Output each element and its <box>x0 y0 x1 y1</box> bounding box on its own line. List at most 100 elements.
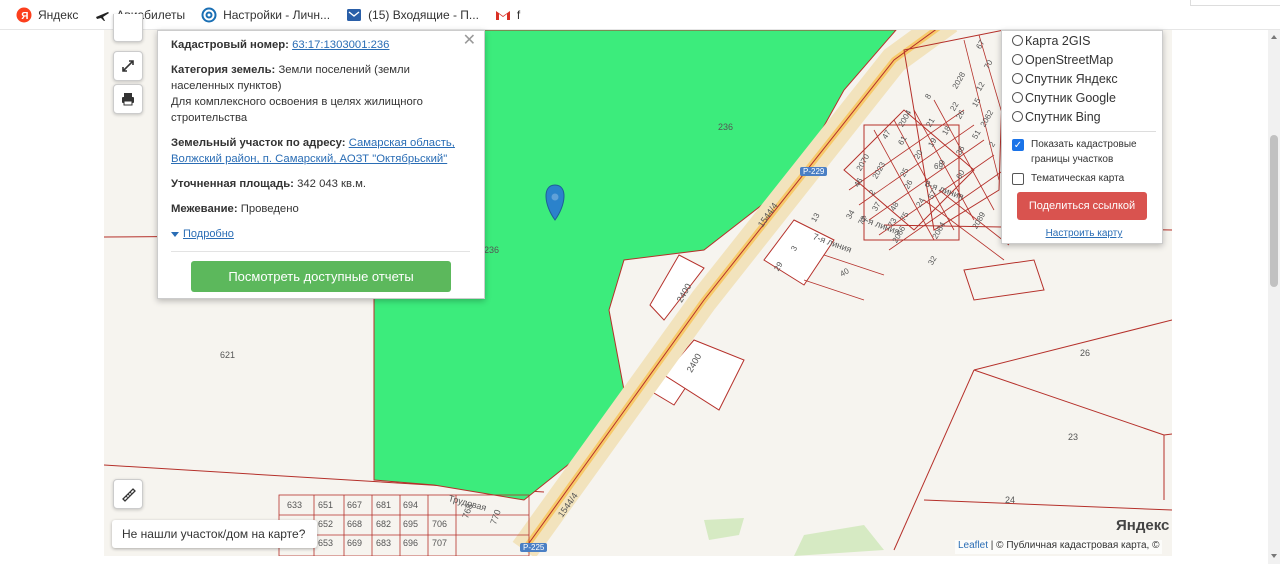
bookmark-label: Яндекс <box>38 7 79 22</box>
layer-label: Спутник Bing <box>1025 109 1101 124</box>
grid-number: 696 <box>403 538 419 548</box>
grid-number: 633 <box>287 500 303 510</box>
configure-map-link[interactable]: Настроить карту <box>1012 228 1156 239</box>
address-row: Земельный участок по адресу: Самарская о… <box>171 135 470 167</box>
svg-text:Я: Я <box>21 11 28 22</box>
survey-row: Межевание: Проведено <box>171 201 470 217</box>
bookmarks-bar: Я Яндекс Авиабилеты Настройки - Личн... … <box>0 0 1280 30</box>
caret-down-icon <box>171 231 179 237</box>
grid-number: 695 <box>403 519 419 529</box>
grid-number: 652 <box>318 519 334 529</box>
cadastral-number-label: Кадастровый номер: <box>171 39 289 51</box>
survey-label: Межевание: <box>171 203 238 215</box>
layer-label: Спутник Яндекс <box>1025 71 1118 86</box>
expand-icon <box>122 60 134 72</box>
checkbox-checked-icon[interactable]: ✓ <box>1012 139 1024 151</box>
layer-option-osm[interactable]: OpenStreetMap <box>1012 50 1156 69</box>
layer-label: OpenStreetMap <box>1025 52 1114 67</box>
parcel-label: 621 <box>220 350 236 360</box>
details-link[interactable]: Подробно <box>171 226 470 242</box>
road-badge: Р-225 <box>520 543 548 552</box>
grid-number: 667 <box>347 500 363 510</box>
checkbox-icon[interactable] <box>1012 173 1024 185</box>
scroll-thumb[interactable] <box>1270 135 1278 287</box>
ruler-icon <box>122 488 136 502</box>
scrollbar[interactable] <box>1268 30 1280 564</box>
grid-number: 707 <box>432 538 448 548</box>
bookmark-settings[interactable]: Настройки - Личн... <box>201 7 330 23</box>
layer-option-google-sat[interactable]: Спутник Google <box>1012 88 1156 107</box>
layer-option-2gis[interactable]: Карта 2GIS <box>1012 31 1156 50</box>
at-icon <box>201 7 217 23</box>
grid-number: 694 <box>403 500 419 510</box>
parcel-label: 24 <box>1005 495 1016 505</box>
bookmark-inbox[interactable]: (15) Входящие - П... <box>346 7 479 23</box>
grid-number: 653 <box>318 538 334 548</box>
divider <box>1012 131 1156 132</box>
radio-icon[interactable] <box>1012 54 1023 65</box>
show-boundaries-toggle[interactable]: ✓ Показать кадастровые границы участков <box>1012 137 1156 167</box>
bookmark-gmail[interactable]: f <box>495 7 520 23</box>
print-button[interactable] <box>113 84 143 114</box>
land-usage-value: Для комплексного освоения в целях жилищн… <box>171 96 423 124</box>
cadastral-number-row: Кадастровый номер: 63:17:1303001:236 <box>171 37 470 53</box>
grid-number: 651 <box>318 500 334 510</box>
yandex-logo: Яндекс <box>1116 517 1170 534</box>
leaflet-link[interactable]: Leaflet <box>958 540 988 551</box>
left-gutter <box>0 30 104 564</box>
survey-value: Проведено <box>240 203 299 215</box>
airplane-icon <box>94 7 110 23</box>
parcel-label: 23 <box>1068 432 1079 442</box>
not-found-button[interactable]: Не нашли участок/дом на карте? <box>112 520 317 548</box>
scroll-up-icon[interactable] <box>1271 35 1277 39</box>
share-link-button[interactable]: Поделиться ссылкой <box>1017 192 1147 220</box>
view-reports-button[interactable]: Посмотреть доступные отчеты <box>191 261 451 292</box>
bookmark-label: (15) Входящие - П... <box>368 7 479 22</box>
grid-number: 682 <box>376 519 392 529</box>
thematic-map-toggle[interactable]: Тематическая карта <box>1012 171 1156 186</box>
map-attribution: Leaflet | © Публичная кадастровая карта,… <box>955 540 1163 554</box>
layers-panel: Карта 2GIS OpenStreetMap Спутник Яндекс … <box>1001 30 1163 244</box>
radio-icon[interactable] <box>1012 111 1023 122</box>
radio-icon[interactable] <box>1012 92 1023 103</box>
area-label: Уточненная площадь: <box>171 178 294 190</box>
grid-number: 668 <box>347 519 363 529</box>
toolbar-edge <box>1190 0 1280 6</box>
grid-number: 69 <box>934 162 943 171</box>
grid-number: 681 <box>376 500 392 510</box>
gmail-icon <box>495 7 511 23</box>
cadastral-number-link[interactable]: 63:17:1303001:236 <box>292 39 389 51</box>
bookmark-label: f <box>516 7 521 22</box>
yandex-icon: Я <box>16 7 32 23</box>
divider <box>171 251 470 252</box>
layer-option-bing-sat[interactable]: Спутник Bing <box>1012 107 1156 126</box>
layer-label: Спутник Google <box>1025 90 1116 105</box>
radio-icon[interactable] <box>1012 73 1023 84</box>
bookmark-yandex[interactable]: Я Яндекс <box>16 7 78 23</box>
grid-number: 706 <box>432 519 448 529</box>
bookmark-label: Настройки - Личн... <box>223 7 331 22</box>
radio-icon[interactable] <box>1012 35 1023 46</box>
grid-number: 683 <box>376 538 392 548</box>
thematic-map-label: Тематическая карта <box>1031 173 1125 184</box>
area-row: Уточненная площадь: 342 043 кв.м. <box>171 176 470 192</box>
land-category-row: Категория земель: Земли поселений (земли… <box>171 62 470 126</box>
area-value: 342 043 кв.м. <box>297 178 367 190</box>
road-badge: Р-229 <box>800 167 828 176</box>
attribution-text: | © Публичная кадастровая карта, © <box>988 540 1160 551</box>
parcel-info-popup: ✕ Кадастровый номер: 63:17:1303001:236 К… <box>157 30 485 299</box>
fullscreen-button[interactable] <box>113 51 143 81</box>
show-boundaries-label: Показать кадастровые границы участков <box>1031 139 1137 165</box>
mail-icon <box>346 7 362 23</box>
zoom-out-button[interactable] <box>113 14 143 42</box>
layer-label: Карта 2GIS <box>1025 33 1091 48</box>
layer-option-yandex-sat[interactable]: Спутник Яндекс <box>1012 69 1156 88</box>
land-category-label: Категория земель: <box>171 64 276 76</box>
printer-icon <box>122 93 134 106</box>
scroll-down-icon[interactable] <box>1271 554 1277 558</box>
grid-number: 669 <box>347 538 363 548</box>
close-icon[interactable]: ✕ <box>463 33 476 49</box>
parcel-label: 236 <box>718 122 734 132</box>
parcel-label: 26 <box>1080 348 1091 358</box>
measure-button[interactable] <box>113 479 143 509</box>
